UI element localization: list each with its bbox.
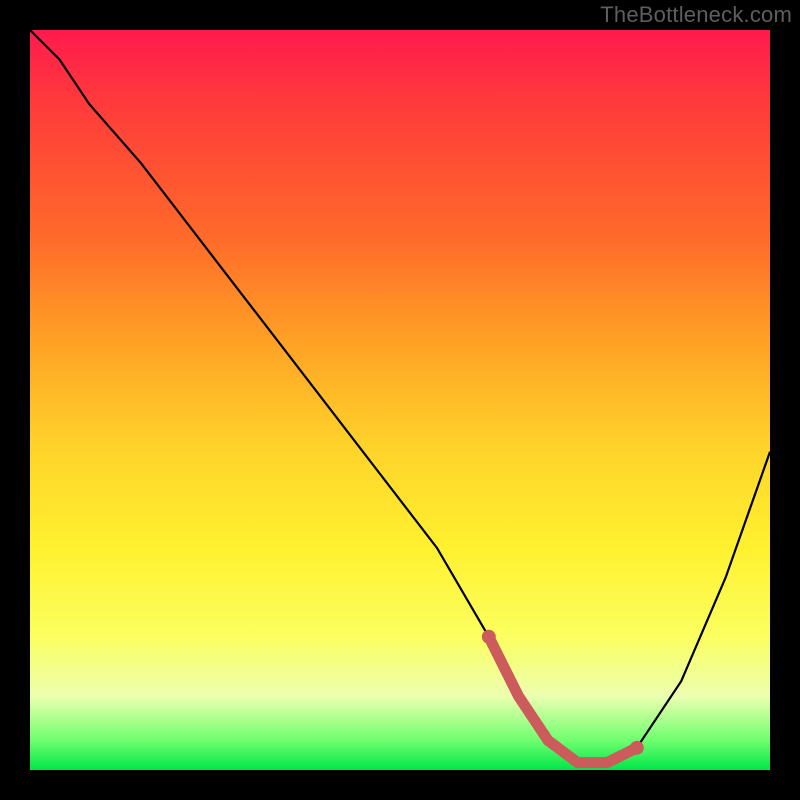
highlight-dot <box>630 741 644 755</box>
highlight-dot <box>482 630 496 644</box>
highlight-dots <box>482 630 644 755</box>
highlight-layer <box>30 30 770 770</box>
watermark-text: TheBottleneck.com <box>600 2 792 28</box>
chart-frame: TheBottleneck.com <box>0 0 800 800</box>
highlight-path <box>489 637 637 763</box>
plot-area <box>30 30 770 770</box>
